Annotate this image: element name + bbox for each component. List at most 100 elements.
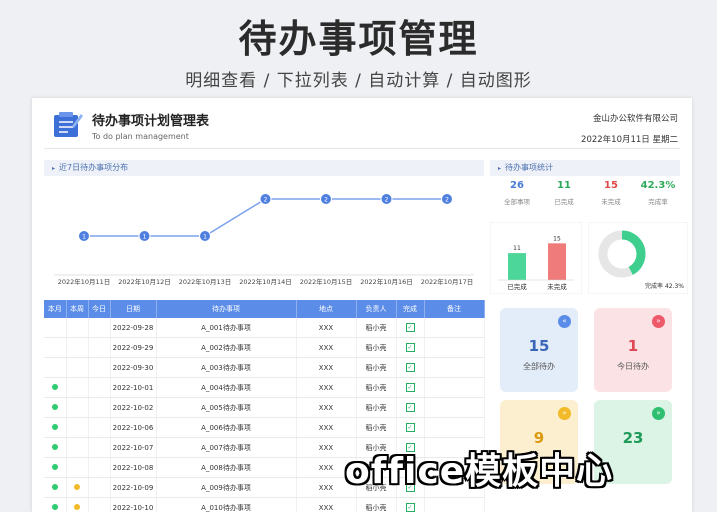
- owner-cell[interactable]: 稻小壳: [356, 417, 397, 438]
- column-header[interactable]: 完成: [396, 300, 425, 318]
- notepad-pen-icon: [54, 112, 83, 137]
- bullet-icon: ▸: [52, 165, 56, 172]
- place-cell[interactable]: XXX: [296, 397, 357, 418]
- data-label: 2: [445, 197, 449, 204]
- owner-cell[interactable]: 稻小壳: [356, 497, 397, 512]
- column-header[interactable]: 备注: [424, 300, 485, 318]
- checkbox-checked-icon[interactable]: ✓: [405, 423, 415, 432]
- date-cell[interactable]: 2022-10-06: [110, 417, 157, 438]
- date-cell[interactable]: 2022-09-30: [110, 357, 157, 378]
- place-cell[interactable]: XXX: [296, 497, 357, 512]
- table-row[interactable]: 2022-10-02 A_005待办事项 XXX 稻小壳 ✓: [44, 397, 485, 418]
- done-cell[interactable]: ✓: [396, 377, 425, 398]
- done-cell[interactable]: ✓: [396, 318, 425, 338]
- column-header[interactable]: 日期: [110, 300, 157, 318]
- table-row[interactable]: 2022-09-30 A_003待办事项 XXX 稻小壳 ✓: [44, 357, 485, 378]
- checkbox-checked-icon[interactable]: ✓: [405, 383, 415, 392]
- checkbox-checked-icon[interactable]: ✓: [405, 323, 415, 332]
- month-marker-cell: [44, 318, 67, 338]
- card-label: 全部待办: [523, 362, 555, 371]
- stat-item: 42.3% 完成率: [635, 180, 681, 206]
- column-header[interactable]: 负责人: [356, 300, 397, 318]
- column-header[interactable]: 待办事项: [156, 300, 297, 318]
- task-cell[interactable]: A_001待办事项: [156, 318, 297, 338]
- owner-cell[interactable]: 稻小壳: [356, 318, 397, 338]
- done-cell[interactable]: ✓: [396, 357, 425, 378]
- owner-cell[interactable]: 稻小壳: [356, 377, 397, 398]
- checkbox-checked-icon[interactable]: ✓: [405, 343, 415, 352]
- task-cell[interactable]: A_008待办事项: [156, 457, 297, 478]
- sheet-title: 待办事项计划管理表: [92, 114, 210, 129]
- month-marker-cell: [44, 437, 67, 458]
- place-cell[interactable]: XXX: [296, 417, 357, 438]
- checkbox-checked-icon[interactable]: ✓: [405, 363, 415, 372]
- stat-label: 完成率: [648, 198, 668, 206]
- column-header[interactable]: 今日: [88, 300, 111, 318]
- today-marker-cell: [88, 318, 111, 338]
- date-cell[interactable]: 2022-10-02: [110, 397, 157, 418]
- done-cell[interactable]: ✓: [396, 417, 425, 438]
- table-row[interactable]: 2022-09-29 A_002待办事项 XXX 稻小壳 ✓: [44, 337, 485, 358]
- note-cell[interactable]: [424, 417, 485, 438]
- double-right-chevron-icon[interactable]: »: [652, 407, 665, 420]
- month-marker-cell: [44, 397, 67, 418]
- task-cell[interactable]: A_010待办事项: [156, 497, 297, 512]
- x-tick-label: 2022年10月16日: [360, 277, 413, 286]
- week-marker-cell: [66, 457, 89, 478]
- task-cell[interactable]: A_002待办事项: [156, 337, 297, 358]
- note-cell[interactable]: [424, 497, 485, 512]
- note-cell[interactable]: [424, 337, 485, 358]
- table-row[interactable]: 2022-10-10 A_010待办事项 XXX 稻小壳 ✓: [44, 497, 485, 512]
- owner-cell[interactable]: 稻小壳: [356, 337, 397, 358]
- done-cell[interactable]: ✓: [396, 337, 425, 358]
- checkbox-checked-icon[interactable]: ✓: [405, 503, 415, 512]
- double-right-chevron-icon[interactable]: »: [558, 407, 571, 420]
- done-cell[interactable]: ✓: [396, 397, 425, 418]
- place-cell[interactable]: XXX: [296, 357, 357, 378]
- column-header[interactable]: 本月: [44, 300, 67, 318]
- double-left-chevron-icon[interactable]: «: [558, 315, 571, 328]
- place-cell[interactable]: XXX: [296, 337, 357, 358]
- owner-cell[interactable]: 稻小壳: [356, 397, 397, 418]
- column-header[interactable]: 本周: [66, 300, 89, 318]
- company-name: 金山办公软件有限公司: [592, 114, 678, 124]
- done-cell[interactable]: ✓: [396, 497, 425, 512]
- double-right-chevron-icon[interactable]: »: [652, 315, 665, 328]
- task-cell[interactable]: A_003待办事项: [156, 357, 297, 378]
- table-row[interactable]: 2022-10-01 A_004待办事项 XXX 稻小壳 ✓: [44, 377, 485, 398]
- place-cell[interactable]: XXX: [296, 318, 357, 338]
- place-cell[interactable]: XXX: [296, 377, 357, 398]
- note-cell[interactable]: [424, 377, 485, 398]
- date-cell[interactable]: 2022-10-09: [110, 477, 157, 498]
- task-cell[interactable]: A_009待办事项: [156, 477, 297, 498]
- note-cell[interactable]: [424, 397, 485, 418]
- checkbox-checked-icon[interactable]: ✓: [405, 403, 415, 412]
- banner-subtitle: 明细查看 / 下拉列表 / 自动计算 / 自动图形: [185, 71, 532, 91]
- date-cell[interactable]: 2022-10-01: [110, 377, 157, 398]
- trend-section-title: 近7日待办事项分布: [59, 163, 129, 172]
- date-cell[interactable]: 2022-10-07: [110, 437, 157, 458]
- summary-card[interactable]: « 15 全部待办: [500, 308, 578, 392]
- date-cell[interactable]: 2022-10-10: [110, 497, 157, 512]
- note-cell[interactable]: [424, 357, 485, 378]
- donut-caption: 完成率 42.3%: [645, 282, 684, 290]
- owner-cell[interactable]: 稻小壳: [356, 357, 397, 378]
- date-cell[interactable]: 2022-09-28: [110, 318, 157, 338]
- x-tick-label: 2022年10月17日: [421, 277, 474, 286]
- note-cell[interactable]: [424, 318, 485, 338]
- month-dot-icon: [51, 503, 58, 510]
- task-cell[interactable]: A_006待办事项: [156, 417, 297, 438]
- date-cell[interactable]: 2022-10-08: [110, 457, 157, 478]
- task-cell[interactable]: A_004待办事项: [156, 377, 297, 398]
- table-row[interactable]: 2022-10-06 A_006待办事项 XXX 稻小壳 ✓: [44, 417, 485, 438]
- task-cell[interactable]: A_007待办事项: [156, 437, 297, 458]
- summary-card[interactable]: » 1 今日待办: [594, 308, 672, 392]
- today-marker-cell: [88, 497, 111, 512]
- date-cell[interactable]: 2022-09-29: [110, 337, 157, 358]
- stat-value: 26: [510, 180, 524, 191]
- week-marker-cell: [66, 497, 89, 512]
- month-marker-cell: [44, 477, 67, 498]
- task-cell[interactable]: A_005待办事项: [156, 397, 297, 418]
- table-row[interactable]: 2022-09-28 A_001待办事项 XXX 稻小壳 ✓: [44, 318, 485, 338]
- column-header[interactable]: 地点: [296, 300, 357, 318]
